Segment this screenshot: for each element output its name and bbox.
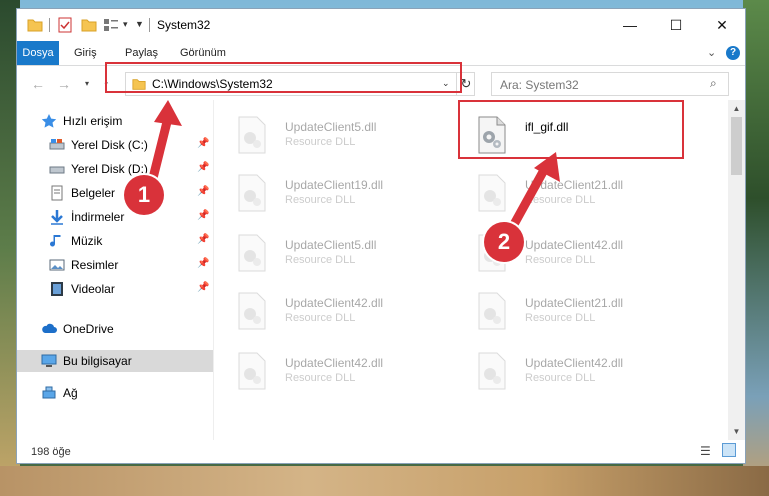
arrow-1-head — [154, 100, 182, 126]
arrow-1 — [147, 116, 173, 184]
arrow-2 — [508, 167, 548, 231]
callout-badge-1: 1 — [124, 175, 164, 215]
callout-badge-2: 2 — [484, 222, 524, 262]
callout-arrows — [147, 100, 560, 231]
